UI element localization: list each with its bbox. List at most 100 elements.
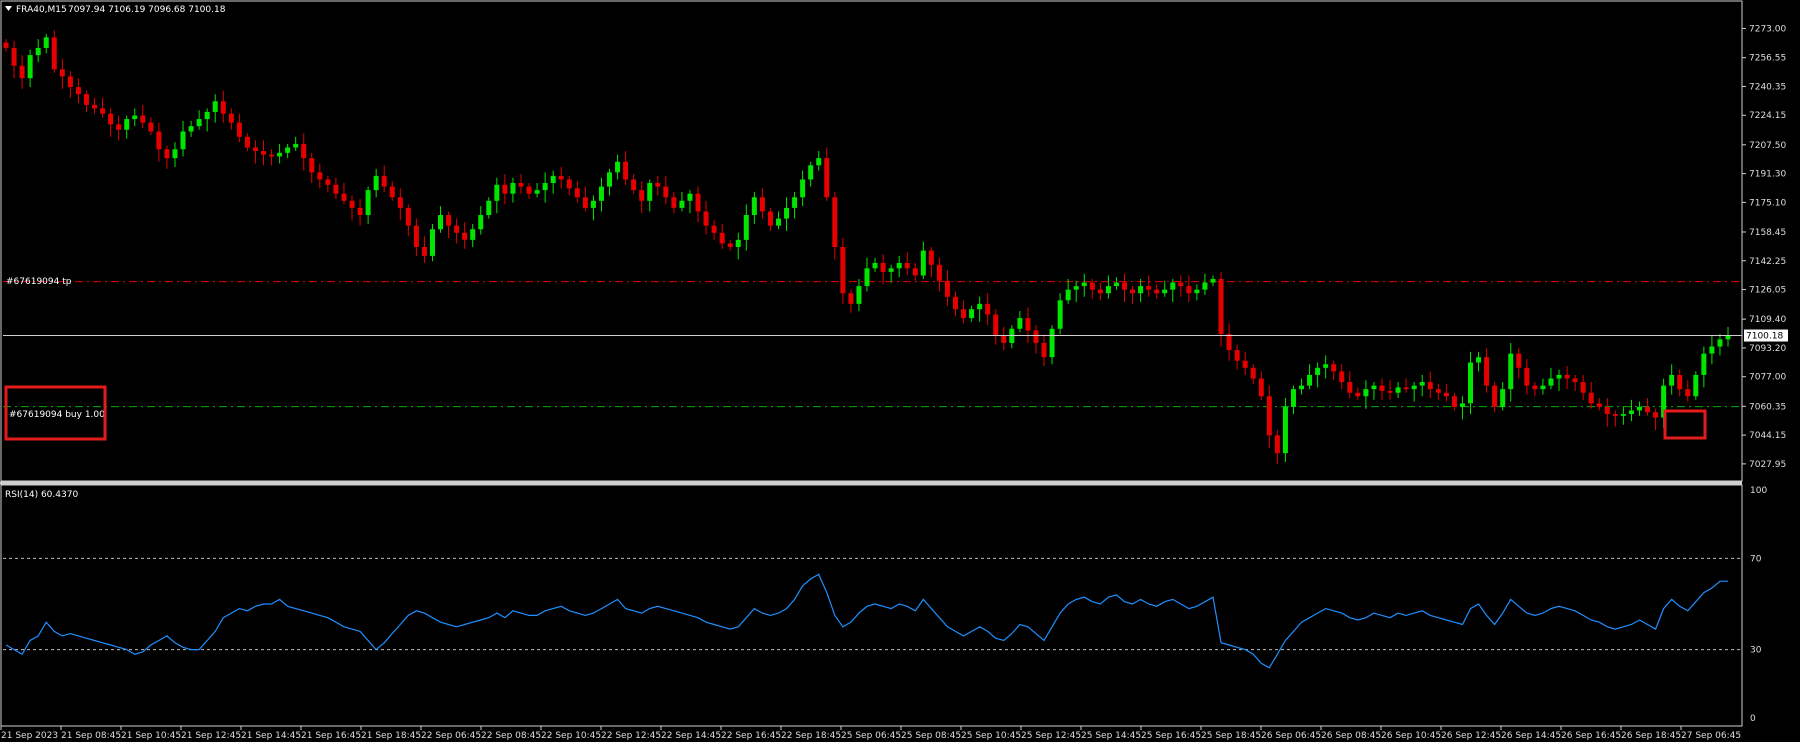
candle[interactable] [977, 296, 983, 322]
candle[interactable] [904, 252, 910, 276]
candle[interactable] [1170, 278, 1176, 303]
candle[interactable] [1025, 307, 1031, 343]
candle[interactable] [703, 200, 709, 235]
candle[interactable] [1371, 382, 1377, 400]
candle[interactable] [566, 175, 572, 196]
candle[interactable] [1500, 382, 1506, 411]
candle[interactable] [928, 247, 934, 278]
candle[interactable] [252, 140, 258, 164]
candle[interactable] [429, 223, 435, 262]
candle[interactable] [1427, 371, 1433, 399]
candle[interactable] [35, 39, 41, 63]
candle[interactable] [1242, 351, 1248, 375]
candle[interactable] [1323, 355, 1329, 379]
candle[interactable] [1612, 410, 1618, 427]
candle[interactable] [735, 232, 741, 260]
candle[interactable] [446, 211, 452, 239]
candle[interactable] [550, 170, 556, 194]
candle[interactable] [1194, 284, 1200, 301]
candle[interactable] [188, 120, 194, 137]
candle[interactable] [655, 175, 661, 196]
candle[interactable] [1653, 408, 1659, 431]
candle[interactable] [269, 149, 275, 166]
candle[interactable] [132, 108, 138, 127]
candle[interactable] [357, 199, 363, 226]
candle[interactable] [1411, 382, 1417, 402]
candle[interactable] [140, 104, 146, 128]
candle[interactable] [1435, 383, 1441, 400]
candle[interactable] [1443, 383, 1449, 402]
candle[interactable] [1266, 385, 1272, 448]
candle[interactable] [1459, 396, 1465, 420]
candle[interactable] [1492, 382, 1498, 413]
candle[interactable] [59, 58, 65, 89]
candle[interactable] [1419, 374, 1425, 397]
candle[interactable] [784, 197, 790, 232]
candle[interactable] [454, 218, 460, 244]
candle[interactable] [1331, 360, 1337, 381]
candle[interactable] [309, 152, 315, 184]
candle[interactable] [534, 183, 540, 198]
candle[interactable] [413, 218, 419, 256]
candle[interactable] [953, 291, 959, 317]
candle[interactable] [1017, 310, 1023, 333]
candle[interactable] [11, 40, 17, 79]
candle[interactable] [116, 115, 122, 141]
candle[interactable] [1065, 278, 1071, 304]
candle[interactable] [381, 165, 387, 192]
candle[interactable] [1234, 344, 1240, 370]
candle[interactable] [1620, 406, 1626, 425]
candle[interactable] [832, 191, 838, 260]
candle[interactable] [695, 186, 701, 223]
candle[interactable] [1636, 401, 1642, 416]
candle[interactable] [1540, 378, 1546, 395]
candle[interactable] [1476, 351, 1482, 372]
candle[interactable] [574, 181, 580, 203]
candle[interactable] [1725, 326, 1731, 347]
candle[interactable] [1580, 374, 1586, 400]
candle[interactable] [800, 170, 806, 207]
candle[interactable] [1315, 362, 1321, 388]
candle[interactable] [1049, 325, 1055, 365]
candle[interactable] [526, 183, 532, 200]
candle[interactable] [896, 255, 902, 278]
candle[interactable] [124, 115, 130, 139]
triangle-down-icon[interactable] [5, 6, 12, 11]
candle[interactable] [1154, 284, 1160, 299]
trading-chart[interactable]: FRA40,M15 7097.94 7106.19 7096.68 7100.1… [0, 0, 1800, 742]
candle[interactable] [478, 206, 484, 235]
candle[interactable] [961, 300, 967, 324]
candle[interactable] [1274, 430, 1280, 464]
candle[interactable] [993, 309, 999, 345]
candle[interactable] [1508, 342, 1514, 402]
candle[interactable] [1226, 323, 1232, 361]
candle[interactable] [1596, 398, 1602, 411]
candle[interactable] [969, 305, 975, 322]
candle[interactable] [1363, 380, 1369, 409]
candle[interactable] [1057, 293, 1063, 335]
candle[interactable] [1202, 273, 1208, 295]
candle[interactable] [325, 175, 331, 192]
candle[interactable] [365, 186, 371, 224]
candle[interactable] [1138, 278, 1144, 303]
candle[interactable] [1105, 275, 1111, 299]
candle[interactable] [912, 262, 918, 281]
candle[interactable] [43, 33, 49, 54]
candle[interactable] [1001, 326, 1007, 351]
candle[interactable] [3, 39, 9, 52]
candle[interactable] [92, 97, 98, 114]
candle[interactable] [438, 206, 444, 233]
candle[interactable] [67, 71, 73, 98]
candle[interactable] [1121, 273, 1127, 303]
candle[interactable] [518, 174, 524, 194]
candle[interactable] [679, 191, 685, 212]
candle[interactable] [663, 175, 669, 205]
candle[interactable] [1709, 335, 1715, 365]
candle[interactable] [631, 174, 637, 194]
candle[interactable] [462, 222, 468, 249]
candle[interactable] [1403, 378, 1409, 393]
candle[interactable] [1130, 286, 1136, 304]
candle[interactable] [1113, 277, 1119, 290]
candle[interactable] [824, 147, 830, 201]
candle[interactable] [1468, 351, 1474, 415]
